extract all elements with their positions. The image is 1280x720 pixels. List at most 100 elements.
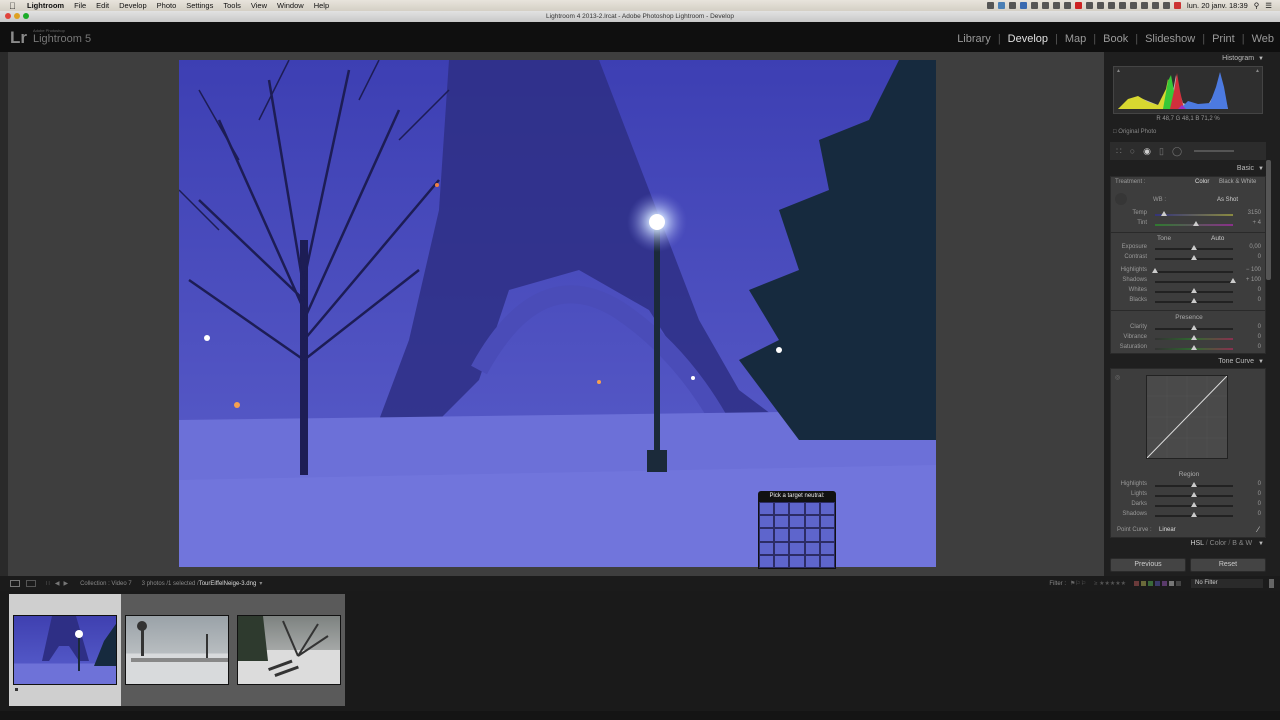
slider-value[interactable]: 0 (1258, 254, 1261, 260)
slider-tc-darks[interactable]: Darks 0 (1111, 501, 1267, 511)
clipping-shadows-icon[interactable]: ▲ (1116, 68, 1121, 74)
left-panel-collapsed[interactable] (0, 52, 8, 576)
adjustment-brush-slider[interactable] (1194, 150, 1235, 152)
histogram[interactable]: ▲ ▲ (1113, 66, 1263, 114)
basic-header[interactable]: Basic ▼ (1237, 165, 1264, 172)
filter-preset-select[interactable]: No Filter (1191, 579, 1263, 588)
notification-icon[interactable]: ☰ (1265, 1, 1272, 10)
clock[interactable]: lun. 20 janv. 18:39 (1187, 1, 1248, 10)
slider-thumb[interactable] (1191, 325, 1197, 330)
slider-value[interactable]: + 100 (1246, 277, 1261, 283)
slider-value[interactable]: + 4 (1252, 220, 1261, 226)
slider-thumb[interactable] (1191, 298, 1197, 303)
status-tray-icons[interactable] (987, 2, 1182, 9)
graduated-filter-icon[interactable]: ▯ (1159, 146, 1164, 157)
module-slideshow[interactable]: Slideshow (1145, 33, 1195, 45)
slider-value[interactable]: − 100 (1246, 267, 1261, 273)
slider-value[interactable]: 0 (1258, 334, 1261, 340)
flag-filter-icons[interactable]: ⚑⚐⚐ (1070, 580, 1086, 587)
slider-thumb[interactable] (1191, 335, 1197, 340)
menu-file[interactable]: File (74, 1, 86, 10)
menu-tools[interactable]: Tools (223, 1, 241, 10)
slider-value[interactable]: 0 (1258, 501, 1261, 507)
slider-value[interactable]: 0 (1258, 324, 1261, 330)
slider-tc-shadows[interactable]: Shadows 0 (1111, 511, 1267, 521)
point-curve-select[interactable]: Linear (1159, 527, 1176, 533)
target-adjust-icon[interactable]: ◎ (1115, 374, 1120, 381)
slider-value[interactable]: 0 (1258, 297, 1261, 303)
slider-thumb[interactable] (1191, 482, 1197, 487)
module-library[interactable]: Library (957, 33, 991, 45)
filter-lock-icon[interactable] (1269, 579, 1274, 588)
slider-highlights[interactable]: Highlights − 100 (1111, 267, 1267, 277)
clipping-highlights-icon[interactable]: ▲ (1255, 68, 1260, 74)
back-arrow-icon[interactable]: ◀ (55, 580, 60, 587)
slider-value[interactable]: 0 (1258, 481, 1261, 487)
radial-filter-icon[interactable]: ◯ (1172, 146, 1182, 157)
bw-tab[interactable]: B & W (1232, 540, 1252, 547)
slider-value[interactable]: 0 (1258, 344, 1261, 350)
menu-app[interactable]: Lightroom (27, 1, 64, 10)
slider-value[interactable]: 0,00 (1249, 244, 1261, 250)
slider-value[interactable]: 0 (1258, 511, 1261, 517)
grid-view-icon[interactable]: ∷ (46, 580, 50, 587)
filmstrip-thumb[interactable] (121, 594, 233, 706)
spot-removal-icon[interactable]: ○ (1130, 146, 1135, 156)
slider-clarity[interactable]: Clarity 0 (1111, 324, 1267, 334)
forward-arrow-icon[interactable]: ▶ (63, 580, 68, 587)
collection-source[interactable]: Collection : Video 7 (80, 581, 132, 587)
slider-thumb[interactable] (1191, 492, 1197, 497)
slider-whites[interactable]: Whites 0 (1111, 287, 1267, 297)
slider-thumb[interactable] (1230, 278, 1236, 283)
edit-point-curve-icon[interactable]: ∕ (1258, 525, 1259, 534)
module-book[interactable]: Book (1103, 33, 1128, 45)
module-web[interactable]: Web (1252, 33, 1274, 45)
menu-photo[interactable]: Photo (157, 1, 177, 10)
treatment-color[interactable]: Color (1195, 179, 1209, 185)
second-window-icon[interactable] (26, 580, 36, 587)
slider-vibrance[interactable]: Vibrance 0 (1111, 334, 1267, 344)
tone-curve-header[interactable]: Tone Curve ▼ (1218, 358, 1264, 365)
menu-edit[interactable]: Edit (96, 1, 109, 10)
slider-value[interactable]: 0 (1258, 287, 1261, 293)
module-print[interactable]: Print (1212, 33, 1235, 45)
slider-thumb[interactable] (1192, 221, 1199, 226)
slider-thumb[interactable] (1161, 211, 1168, 216)
slider-tc-lights[interactable]: Lights 0 (1111, 491, 1267, 501)
chevron-down-icon[interactable]: ▾ (259, 580, 262, 587)
menu-view[interactable]: View (251, 1, 267, 10)
main-window-icon[interactable] (10, 580, 20, 587)
color-label-filter[interactable] (1134, 581, 1181, 586)
red-eye-icon[interactable]: ◉ (1143, 146, 1151, 157)
slider-value[interactable]: 0 (1258, 491, 1261, 497)
slider-value[interactable]: 3150 (1248, 210, 1261, 216)
menu-settings[interactable]: Settings (186, 1, 213, 10)
tone-curve-graph[interactable] (1146, 375, 1228, 459)
spotlight-icon[interactable]: ⚲ (1254, 1, 1260, 10)
slider-thumb[interactable] (1191, 288, 1197, 293)
hsl-tab[interactable]: HSL (1190, 540, 1203, 547)
slider-tint[interactable]: Tint + 4 (1111, 220, 1267, 230)
module-map[interactable]: Map (1065, 33, 1086, 45)
minimize-window-button[interactable] (14, 13, 20, 19)
selected-filename[interactable]: TourEiffelNeige-3.dng (199, 581, 257, 587)
tone-auto-button[interactable]: Auto (1211, 235, 1224, 242)
slider-temp[interactable]: Temp 3150 (1111, 210, 1267, 220)
apple-icon[interactable]:  (9, 1, 19, 11)
star-rating-filter[interactable]: ≥ ★★★★★ (1094, 580, 1126, 587)
close-window-button[interactable] (5, 13, 11, 19)
menu-window[interactable]: Window (277, 1, 304, 10)
zoom-window-button[interactable] (23, 13, 29, 19)
slider-tc-highlights[interactable]: Highlights 0 (1111, 481, 1267, 491)
slider-thumb[interactable] (1152, 268, 1158, 273)
wb-eyedropper-icon[interactable] (1115, 193, 1127, 205)
slider-shadows[interactable]: Shadows + 100 (1111, 277, 1267, 287)
histogram-header[interactable]: Histogram ▼ (1222, 55, 1264, 62)
slider-thumb[interactable] (1191, 512, 1197, 517)
filmstrip-thumb[interactable] (233, 594, 345, 706)
slider-thumb[interactable] (1191, 345, 1197, 350)
filmstrip-collapse-bar[interactable] (0, 711, 1280, 720)
slider-thumb[interactable] (1191, 502, 1197, 507)
module-develop[interactable]: Develop (1008, 33, 1048, 45)
slider-saturation[interactable]: Saturation 0 (1111, 344, 1267, 354)
